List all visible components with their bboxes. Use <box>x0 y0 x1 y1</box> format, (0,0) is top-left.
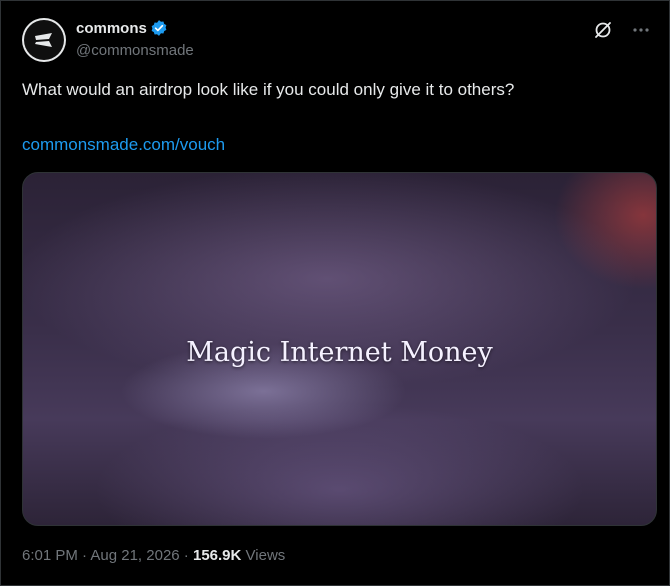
tweet-card: commons @commonsmade What would an airdr… <box>0 0 670 586</box>
views-count[interactable]: 156.9K <box>193 547 241 564</box>
commons-logo-icon <box>24 20 64 60</box>
meta-separator: · <box>179 547 193 564</box>
author-display-name[interactable]: commons <box>76 20 147 37</box>
more-options-icon[interactable] <box>631 20 651 40</box>
author-handle[interactable]: @commonsmade <box>76 42 194 59</box>
tweet-top-actions <box>593 20 651 40</box>
grok-icon[interactable] <box>593 20 613 40</box>
tweet-date[interactable]: Aug 21, 2026 <box>90 547 179 564</box>
avatar[interactable] <box>22 18 66 62</box>
tweet-text: What would an airdrop look like if you c… <box>22 80 515 99</box>
tweet-link[interactable]: commonsmade.com/vouch <box>22 135 225 155</box>
media-caption: Magic Internet Money <box>186 337 493 368</box>
meta-separator: · <box>77 547 91 564</box>
tweet-meta: 6:01 PM · Aug 21, 2026 · 156.9K Views <box>22 547 285 564</box>
tweet-media-video[interactable]: Magic Internet Money <box>22 172 657 526</box>
author-name-row: commons <box>76 19 168 37</box>
verified-badge-icon <box>150 19 168 37</box>
tweet-time[interactable]: 6:01 PM <box>22 547 78 564</box>
views-label: Views <box>245 547 286 564</box>
